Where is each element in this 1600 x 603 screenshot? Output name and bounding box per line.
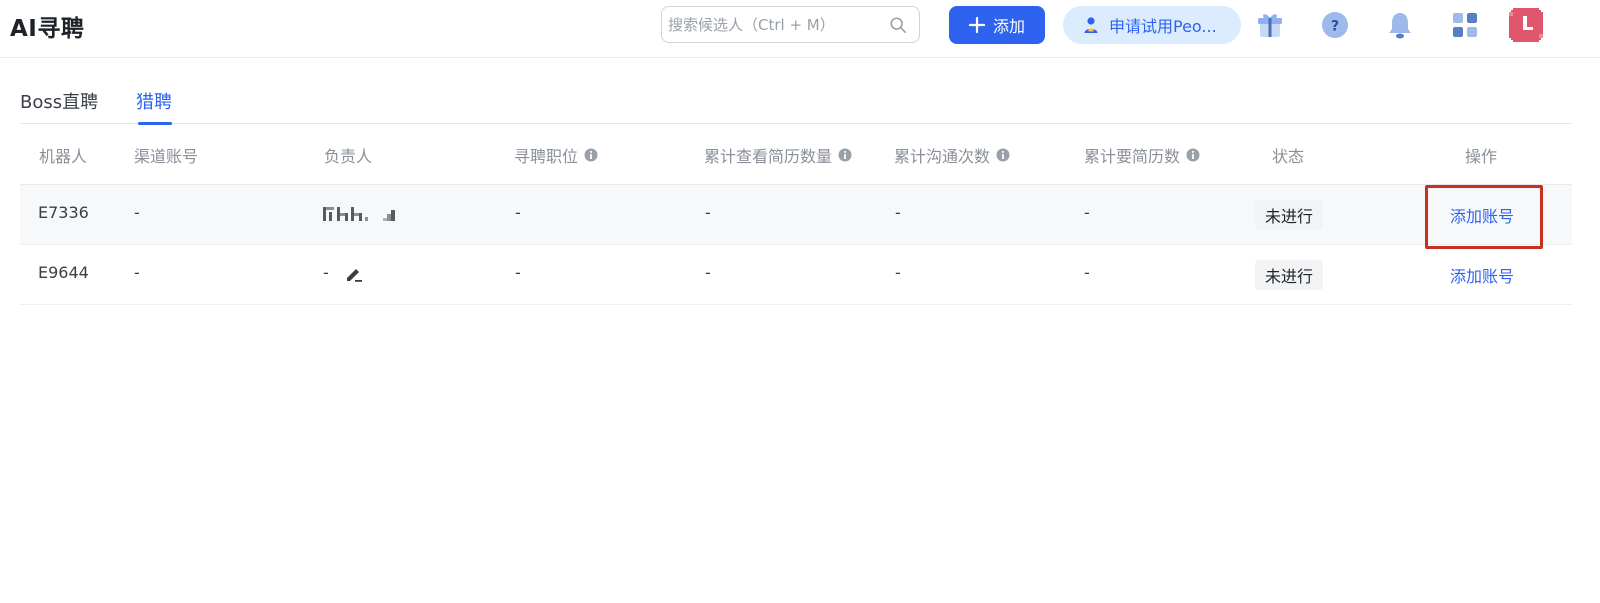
chat-count: -: [895, 263, 901, 282]
top-bar: AI寻聘 添加 申请试用Peo... ?: [0, 0, 1600, 58]
channel-tabs: Boss直聘 猎聘: [20, 88, 1572, 125]
gift-icon[interactable]: [1255, 10, 1285, 40]
col-job: 寻聘职位: [514, 143, 598, 167]
add-account-link[interactable]: 添加账号: [1450, 203, 1514, 227]
edit-icon[interactable]: [344, 264, 364, 284]
tab-label: 猎聘: [136, 92, 172, 113]
chat-count: -: [895, 203, 901, 222]
resume-requests: -: [1084, 263, 1090, 282]
channel-account: -: [134, 203, 140, 222]
col-robot: 机器人: [39, 147, 88, 166]
robot-id: E7336: [38, 203, 89, 222]
add-button[interactable]: 添加: [949, 6, 1045, 44]
robot-table: 机器人 渠道账号 负责人 寻聘职位 累计查看简历数量 累计沟通次数 累计要简历数…: [20, 125, 1572, 305]
search-input[interactable]: [668, 13, 883, 37]
col-status: 状态: [1272, 147, 1305, 166]
search-box[interactable]: [661, 6, 920, 43]
help-icon[interactable]: ?: [1320, 10, 1350, 40]
col-resume-requests: 累计要简历数: [1084, 143, 1200, 167]
app-title: AI寻聘: [10, 16, 85, 42]
job-position: -: [515, 203, 521, 222]
user-icon: [1084, 17, 1098, 33]
info-icon[interactable]: [1186, 148, 1200, 162]
info-icon[interactable]: [838, 148, 852, 162]
table-header: 机器人 渠道账号 负责人 寻聘职位 累计查看简历数量 累计沟通次数 累计要简历数…: [20, 125, 1572, 185]
col-owner: 负责人: [324, 147, 373, 166]
channel-account: -: [134, 263, 140, 282]
owner-name-redacted: [323, 207, 395, 221]
add-button-label: 添加: [992, 17, 1025, 36]
robot-id: E9644: [38, 263, 89, 282]
svg-text:?: ?: [1331, 19, 1339, 35]
status-badge: 未进行: [1255, 260, 1324, 290]
info-icon[interactable]: [996, 148, 1010, 162]
resume-views: -: [705, 263, 711, 282]
plus-icon: [968, 17, 985, 33]
tab-boss[interactable]: Boss直聘: [20, 88, 98, 124]
trial-button-label: 申请试用Peo...: [1109, 17, 1217, 36]
job-position: -: [515, 263, 521, 282]
avatar[interactable]: [1507, 6, 1545, 44]
search-icon[interactable]: [889, 16, 907, 34]
status-badge: 未进行: [1255, 200, 1324, 230]
tab-label: Boss直聘: [20, 92, 99, 113]
table-row: E9644 - - - - - - 未进行 添加账号: [20, 245, 1572, 305]
owner: -: [323, 263, 329, 282]
col-actions: 操作: [1465, 147, 1498, 166]
add-account-link[interactable]: 添加账号: [1450, 263, 1514, 287]
trial-request-button[interactable]: 申请试用Peo...: [1063, 6, 1241, 44]
col-channel-account: 渠道账号: [134, 147, 199, 166]
resume-requests: -: [1084, 203, 1090, 222]
tab-liepin[interactable]: 猎聘: [136, 88, 172, 125]
info-icon[interactable]: [584, 148, 598, 162]
col-resume-views: 累计查看简历数量: [704, 143, 852, 167]
table-row: E7336 - - - - - 未进行 添加账号: [20, 185, 1572, 249]
apps-icon[interactable]: [1450, 10, 1480, 40]
resume-views: -: [705, 203, 711, 222]
bell-icon[interactable]: [1385, 10, 1415, 40]
col-chats: 累计沟通次数: [894, 143, 1010, 167]
